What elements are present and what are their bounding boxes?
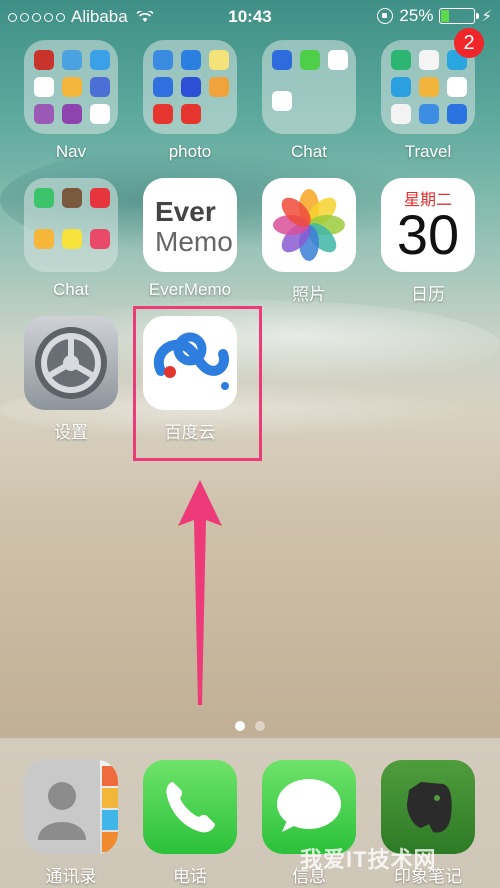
charging-icon: ⚡ xyxy=(481,8,492,25)
app-label: EverMemo xyxy=(148,280,232,299)
app-label: Chat xyxy=(291,142,327,161)
status-bar: Alibaba 10:43 25% ⚡ xyxy=(0,0,500,34)
calendar-icon: 星期二 30 xyxy=(381,178,475,272)
app-label: 通讯录 xyxy=(45,867,97,886)
evermemo-icon: Ever Memo xyxy=(143,178,237,272)
watermark: 我爱IT技术网 xyxy=(300,847,437,872)
page-dot[interactable] xyxy=(255,721,265,731)
app-label: Travel xyxy=(404,142,452,161)
dock-contacts[interactable]: 通讯录 xyxy=(21,760,121,887)
folder-icon xyxy=(24,40,118,134)
messages-icon xyxy=(262,760,356,854)
evernote-elephant-icon xyxy=(381,760,475,854)
notification-badge: 2 xyxy=(454,28,484,58)
folder-icon xyxy=(262,40,356,134)
pointer-arrow-icon xyxy=(178,480,222,705)
folder-travel[interactable]: Travel xyxy=(378,40,478,162)
app-label: 电话 xyxy=(173,867,207,886)
contacts-icon xyxy=(24,760,118,854)
page-dot-active[interactable] xyxy=(235,721,245,731)
photos-icon xyxy=(262,178,356,272)
page-indicator[interactable] xyxy=(0,718,500,736)
app-settings[interactable]: 设置 xyxy=(21,316,121,443)
folder-icon xyxy=(24,178,118,272)
app-photos[interactable]: 照片 xyxy=(259,178,359,305)
folder-icon xyxy=(143,40,237,134)
battery-percent: 25% xyxy=(399,6,434,25)
app-label: Nav xyxy=(55,142,87,161)
rotation-lock-icon xyxy=(377,8,394,24)
settings-gear-icon xyxy=(24,316,118,410)
app-label: 照片 xyxy=(292,285,326,304)
app-label: 日历 xyxy=(411,285,445,304)
battery-icon xyxy=(439,8,480,24)
folder-nav[interactable]: Nav xyxy=(21,40,121,162)
folder-chat[interactable]: Chat xyxy=(259,40,359,162)
highlight-box xyxy=(133,306,262,461)
app-label: 设置 xyxy=(54,423,88,442)
folder-photo[interactable]: photo xyxy=(140,40,240,162)
app-evermemo[interactable]: Ever Memo EverMemo xyxy=(140,178,240,300)
folder-chat-2[interactable]: Chat xyxy=(21,178,121,300)
app-label: Chat xyxy=(53,280,89,299)
app-calendar[interactable]: 星期二 30 日历 xyxy=(378,178,478,305)
app-label: photo xyxy=(168,142,212,161)
dock-phone[interactable]: 电话 xyxy=(140,760,240,887)
phone-icon xyxy=(143,760,237,854)
